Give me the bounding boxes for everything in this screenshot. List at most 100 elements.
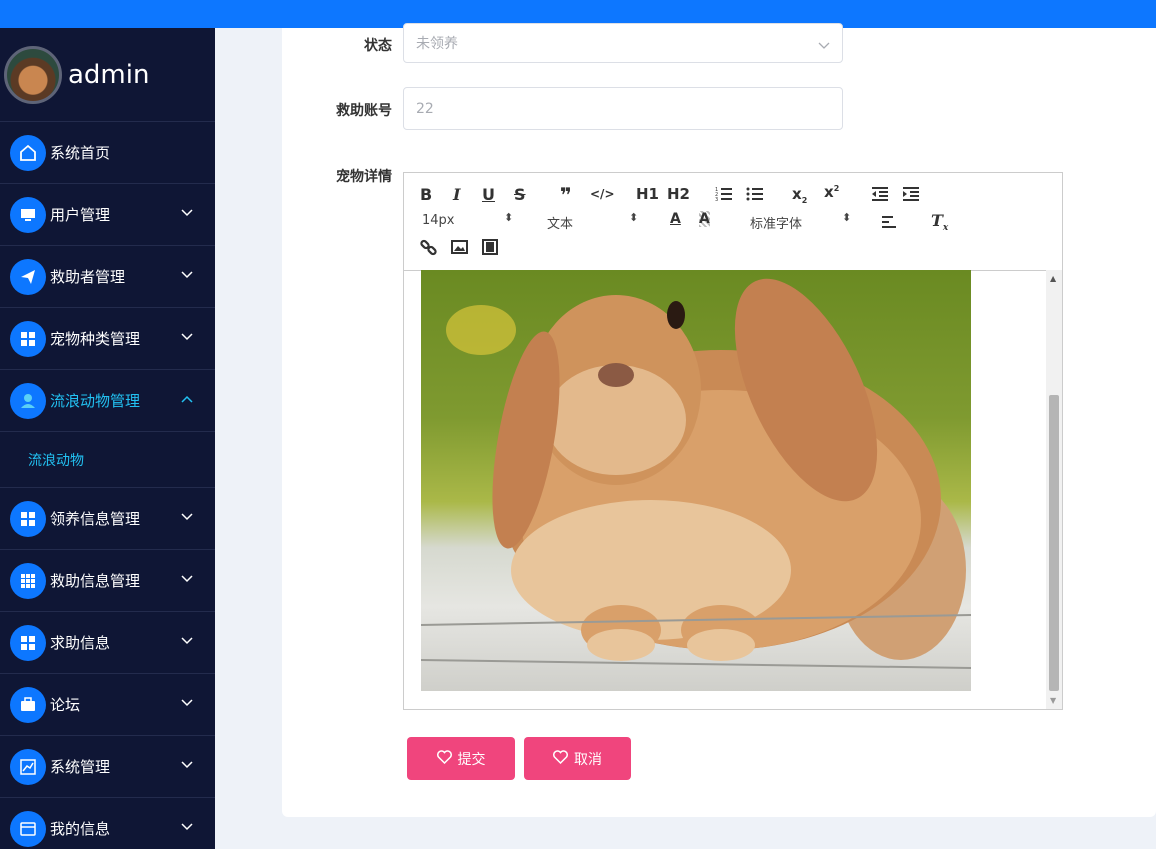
sidebar-item-system[interactable]: 系统管理 [0,736,215,798]
subscript-icon[interactable]: x2 [792,185,807,205]
sort-arrows-icon: ⬍ [629,211,639,224]
chevron-down-icon [181,203,193,221]
heading-1-button[interactable]: H1 [636,185,659,203]
editor-toolbar: B I U S ❞ </> H1 H2 123 x2 x2 14px ⬍ 文本 … [404,173,1062,271]
apps-icon [10,562,46,599]
sidebar-item-label: 领养信息管理 [50,510,141,528]
chevron-down-icon [181,817,193,835]
sidebar-item-label: 求助信息 [50,634,111,652]
scrollbar-thumb[interactable] [1049,395,1059,691]
sidebar: admin 系统首页 用户管理 救助者管理 宠物种类管理 流浪动物管理 流浪动物… [0,28,215,849]
user-icon [10,382,46,419]
editor-scrollbar[interactable]: ▲ ▼ [1046,270,1062,709]
chevron-down-icon [181,265,193,283]
rescuer-account-input[interactable]: 22 [403,87,843,130]
chevron-down-icon [181,693,193,711]
rescuer-account-label: 救助账号 [336,103,392,119]
italic-icon[interactable]: I [453,185,460,204]
cancel-label: 取消 [574,751,602,768]
sidebar-item-help-requests[interactable]: 求助信息 [0,612,215,674]
ordered-list-icon[interactable]: 123 [715,186,733,206]
status-label: 状态 [364,38,392,54]
sidebar-item-label: 救助者管理 [50,268,126,286]
sidebar-item-users[interactable]: 用户管理 [0,184,215,246]
image-icon[interactable] [451,240,468,258]
chevron-up-icon [181,389,193,407]
sidebar-item-stray-animals[interactable]: 流浪动物管理 [0,370,215,432]
status-select[interactable]: 未领养 [403,23,843,63]
chevron-down-icon [181,569,193,587]
chevron-down-icon [818,38,830,54]
indent-icon[interactable] [902,186,920,206]
grid-icon [10,624,46,661]
editor-content[interactable]: ▲ ▼ [404,270,1062,709]
font-family-select[interactable]: 标准字体 [750,213,802,232]
font-size-select[interactable]: 14px [422,213,455,228]
status-select-value: 未领养 [416,36,458,52]
pet-detail-label: 宠物详情 [336,169,392,185]
align-icon[interactable] [881,215,897,233]
sidebar-item-label: 我的信息 [50,820,111,838]
chart-icon [10,748,46,785]
chevron-down-icon [181,631,193,649]
rich-text-editor: B I U S ❞ </> H1 H2 123 x2 x2 14px ⬍ 文本 … [403,172,1063,710]
card-icon [10,810,46,847]
sidebar-item-forum[interactable]: 论坛 [0,674,215,736]
bold-icon[interactable]: B [420,185,432,204]
cancel-button[interactable]: 取消 [524,737,631,780]
font-color-icon[interactable]: A [670,211,681,227]
code-block-icon[interactable]: </> [590,187,615,201]
sidebar-item-label: 论坛 [50,696,81,714]
sidebar-item-label: 流浪动物管理 [50,392,141,410]
strikethrough-icon[interactable]: S [514,185,526,204]
background-color-icon[interactable]: A [699,211,710,227]
sidebar-item-label: 系统首页 [50,144,111,162]
scroll-up-icon[interactable]: ▲ [1050,274,1056,283]
submenu-label: 流浪动物 [28,452,84,469]
sidebar-item-pet-types[interactable]: 宠物种类管理 [0,308,215,370]
sidebar-item-my-info[interactable]: 我的信息 [0,798,215,849]
chevron-down-icon [181,327,193,345]
underline-icon[interactable]: U [482,185,495,204]
blockquote-icon[interactable]: ❞ [560,183,572,207]
sidebar-item-label: 宠物种类管理 [50,330,141,348]
briefcase-icon [10,686,46,723]
chevron-down-icon [181,507,193,525]
scroll-down-icon[interactable]: ▼ [1050,696,1056,705]
chevron-down-icon [181,755,193,773]
send-icon [10,258,46,295]
sidebar-item-rescuers[interactable]: 救助者管理 [0,246,215,308]
home-icon [10,134,46,171]
submit-label: 提交 [457,751,486,768]
video-icon[interactable] [482,239,498,259]
sidebar-item-label: 系统管理 [50,758,111,776]
sidebar-item-rescue-info[interactable]: 救助信息管理 [0,550,215,612]
monitor-icon [10,196,46,233]
heading-2-button[interactable]: H2 [667,185,690,203]
rabbit-photo [421,270,971,691]
main-area: 状态 未领养 救助账号 22 宠物详情 B I U S ❞ </> H1 H2 [215,23,1156,849]
profile-header: admin [0,28,215,122]
submenu-item-stray-animals[interactable]: 流浪动物 [0,432,215,488]
paragraph-select[interactable]: 文本 [547,213,573,232]
profile-name: admin [68,59,150,90]
clear-format-icon[interactable]: Tx [931,211,948,233]
svg-text:3: 3 [715,197,718,202]
submit-button[interactable]: 提交 [407,737,515,780]
link-icon[interactable] [420,239,437,260]
sort-arrows-icon: ⬍ [842,211,852,224]
sort-arrows-icon: ⬍ [504,211,514,224]
form-card: 状态 未领养 救助账号 22 宠物详情 B I U S ❞ </> H1 H2 [282,23,1156,817]
sidebar-item-label: 救助信息管理 [50,572,141,590]
sidebar-item-adoption[interactable]: 领养信息管理 [0,488,215,550]
grid-icon [10,320,46,357]
superscript-icon[interactable]: x2 [824,183,839,201]
sidebar-item-home[interactable]: 系统首页 [0,122,215,184]
bullet-list-icon[interactable] [746,186,764,206]
rescuer-account-value: 22 [416,100,434,117]
avatar[interactable] [4,45,62,104]
heart-icon [553,749,568,768]
outdent-icon[interactable] [871,186,889,206]
heart-icon [436,749,452,768]
grid-icon [10,500,46,537]
